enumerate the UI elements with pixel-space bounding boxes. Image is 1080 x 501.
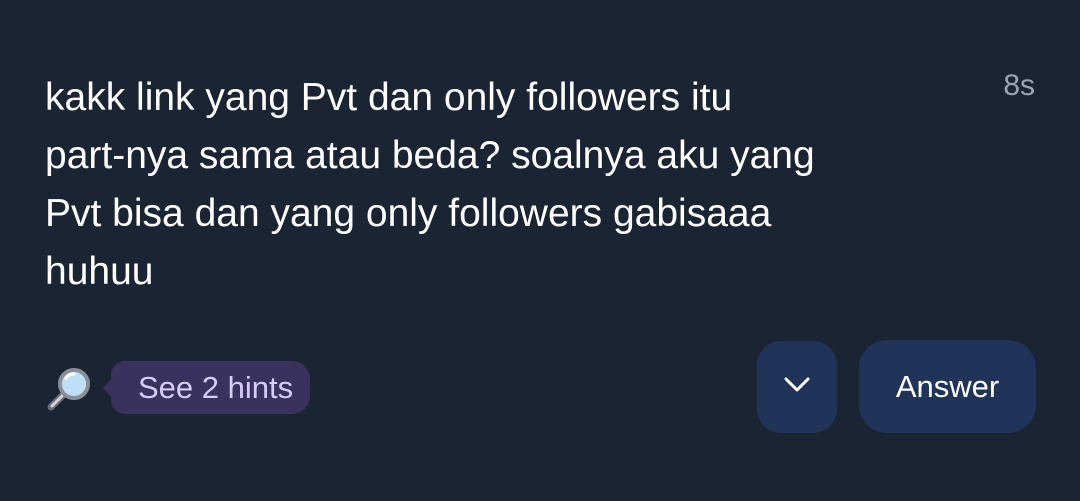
expand-button[interactable] xyxy=(757,341,837,433)
see-hints-button[interactable]: See 2 hints xyxy=(102,361,311,414)
question-text: kakk link yang Pvt dan only followers it… xyxy=(45,76,815,293)
chevron-down-icon xyxy=(782,375,812,399)
answer-button-label: Answer xyxy=(895,368,1000,404)
magnifying-glass-icon xyxy=(44,364,94,414)
timestamp: 8s xyxy=(1003,69,1035,102)
see-hints-label: See 2 hints xyxy=(138,369,294,405)
question-card: kakk link yang Pvt dan only followers it… xyxy=(0,0,1080,501)
answer-button[interactable]: Answer xyxy=(859,340,1036,433)
